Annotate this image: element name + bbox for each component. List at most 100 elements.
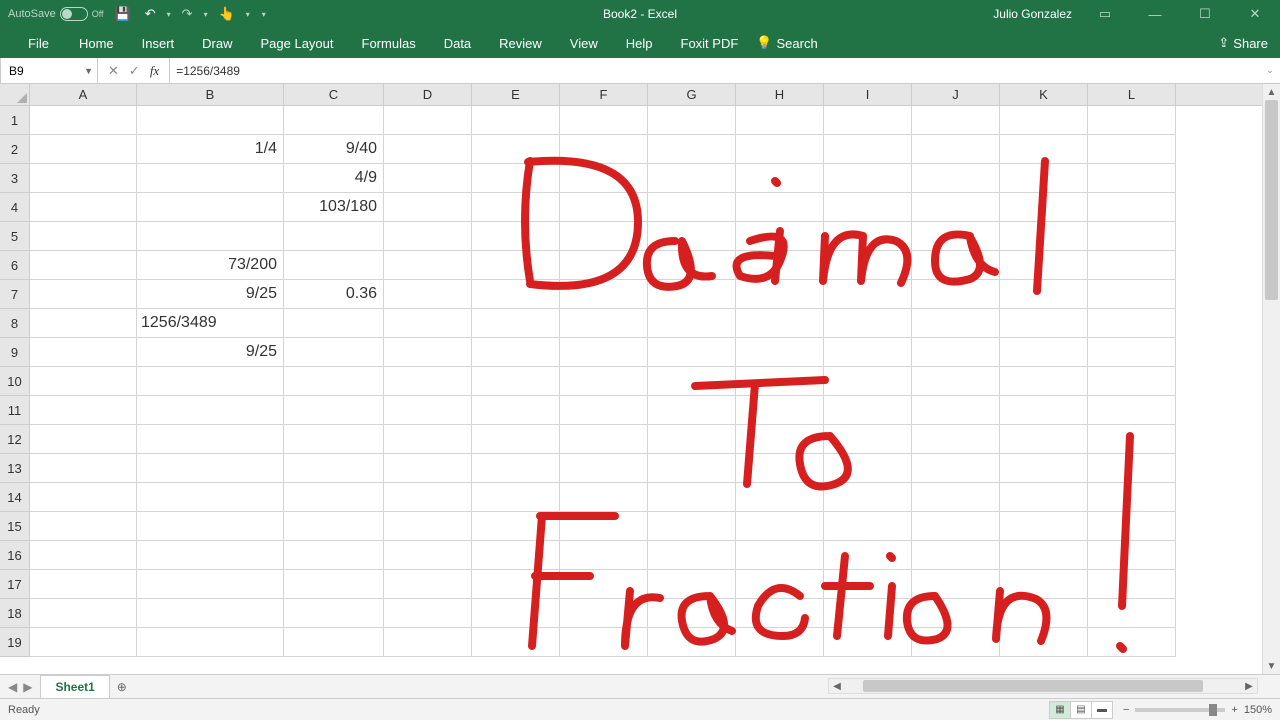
cell-B18[interactable] [137, 599, 284, 628]
cell-E15[interactable] [472, 512, 560, 541]
cell-J1[interactable] [912, 106, 1000, 135]
cell-B14[interactable] [137, 483, 284, 512]
cell-F17[interactable] [560, 570, 648, 599]
row-header[interactable]: 10 [0, 367, 29, 396]
insert-function-icon[interactable]: fx [150, 63, 159, 79]
cell-C18[interactable] [284, 599, 384, 628]
cell-B16[interactable] [137, 541, 284, 570]
cell-H19[interactable] [736, 628, 824, 657]
cell-B3[interactable] [137, 164, 284, 193]
cell-F18[interactable] [560, 599, 648, 628]
cell-C19[interactable] [284, 628, 384, 657]
cell-B9[interactable]: 9/25 [137, 338, 284, 367]
cell-H10[interactable] [736, 367, 824, 396]
cell-I14[interactable] [824, 483, 912, 512]
cell-F11[interactable] [560, 396, 648, 425]
cell-F4[interactable] [560, 193, 648, 222]
cell-G7[interactable] [648, 280, 736, 309]
cell-I5[interactable] [824, 222, 912, 251]
cell-L5[interactable] [1088, 222, 1176, 251]
column-header[interactable]: B [137, 84, 284, 105]
cell-B2[interactable]: 1/4 [137, 135, 284, 164]
undo-dropdown-icon[interactable]: ▾ [167, 10, 171, 19]
cell-J2[interactable] [912, 135, 1000, 164]
cell-E12[interactable] [472, 425, 560, 454]
close-button[interactable]: ✕ [1238, 2, 1272, 26]
cell-I16[interactable] [824, 541, 912, 570]
cell-K16[interactable] [1000, 541, 1088, 570]
cancel-formula-icon[interactable]: ✕ [108, 63, 119, 79]
cell-J7[interactable] [912, 280, 1000, 309]
cell-D9[interactable] [384, 338, 472, 367]
cell-A1[interactable] [30, 106, 137, 135]
zoom-in-button[interactable]: + [1231, 704, 1237, 716]
cell-D3[interactable] [384, 164, 472, 193]
select-all-corner[interactable] [0, 84, 30, 106]
cell-H5[interactable] [736, 222, 824, 251]
cell-K10[interactable] [1000, 367, 1088, 396]
cell-F8[interactable] [560, 309, 648, 338]
cell-C3[interactable]: 4/9 [284, 164, 384, 193]
cell-C5[interactable] [284, 222, 384, 251]
row-header[interactable]: 12 [0, 425, 29, 454]
cell-I19[interactable] [824, 628, 912, 657]
cell-K9[interactable] [1000, 338, 1088, 367]
cell-G10[interactable] [648, 367, 736, 396]
cell-C8[interactable] [284, 309, 384, 338]
cell-B8[interactable]: 1256/3489 [137, 309, 284, 338]
cell-A2[interactable] [30, 135, 137, 164]
cell-K7[interactable] [1000, 280, 1088, 309]
horizontal-scrollbar[interactable]: ◀ ▶ [828, 678, 1258, 694]
cell-A4[interactable] [30, 193, 137, 222]
tab-formulas[interactable]: Formulas [348, 28, 430, 58]
zoom-out-button[interactable]: − [1123, 704, 1129, 716]
cell-L19[interactable] [1088, 628, 1176, 657]
cell-J4[interactable] [912, 193, 1000, 222]
row-header[interactable]: 13 [0, 454, 29, 483]
tab-help[interactable]: Help [612, 28, 667, 58]
tab-review[interactable]: Review [485, 28, 556, 58]
cell-H14[interactable] [736, 483, 824, 512]
cell-I7[interactable] [824, 280, 912, 309]
scroll-up-icon[interactable]: ▲ [1263, 84, 1280, 100]
cell-I10[interactable] [824, 367, 912, 396]
cell-C2[interactable]: 9/40 [284, 135, 384, 164]
cell-A3[interactable] [30, 164, 137, 193]
cell-D14[interactable] [384, 483, 472, 512]
formula-input[interactable]: =1256/3489 [170, 58, 1260, 83]
cell-F10[interactable] [560, 367, 648, 396]
cell-G18[interactable] [648, 599, 736, 628]
cell-J9[interactable] [912, 338, 1000, 367]
cell-I1[interactable] [824, 106, 912, 135]
cell-K17[interactable] [1000, 570, 1088, 599]
cell-D8[interactable] [384, 309, 472, 338]
tell-me-search[interactable]: 💡 Search [756, 35, 817, 51]
cell-L7[interactable] [1088, 280, 1176, 309]
cell-H16[interactable] [736, 541, 824, 570]
column-header[interactable]: K [1000, 84, 1088, 105]
cell-L14[interactable] [1088, 483, 1176, 512]
cell-B12[interactable] [137, 425, 284, 454]
cell-I4[interactable] [824, 193, 912, 222]
cell-D15[interactable] [384, 512, 472, 541]
tab-view[interactable]: View [556, 28, 612, 58]
cell-D19[interactable] [384, 628, 472, 657]
cell-A11[interactable] [30, 396, 137, 425]
cell-A18[interactable] [30, 599, 137, 628]
cell-I3[interactable] [824, 164, 912, 193]
row-header[interactable]: 8 [0, 309, 29, 338]
column-header[interactable]: A [30, 84, 137, 105]
cell-B1[interactable] [137, 106, 284, 135]
cell-C12[interactable] [284, 425, 384, 454]
cell-D18[interactable] [384, 599, 472, 628]
cell-D16[interactable] [384, 541, 472, 570]
cell-A13[interactable] [30, 454, 137, 483]
cell-A17[interactable] [30, 570, 137, 599]
sheet-nav-next-icon[interactable]: ▶ [23, 680, 32, 694]
cell-F1[interactable] [560, 106, 648, 135]
cell-E9[interactable] [472, 338, 560, 367]
cell-B7[interactable]: 9/25 [137, 280, 284, 309]
sheet-tab-active[interactable]: Sheet1 [40, 675, 109, 698]
cell-L11[interactable] [1088, 396, 1176, 425]
cell-J6[interactable] [912, 251, 1000, 280]
